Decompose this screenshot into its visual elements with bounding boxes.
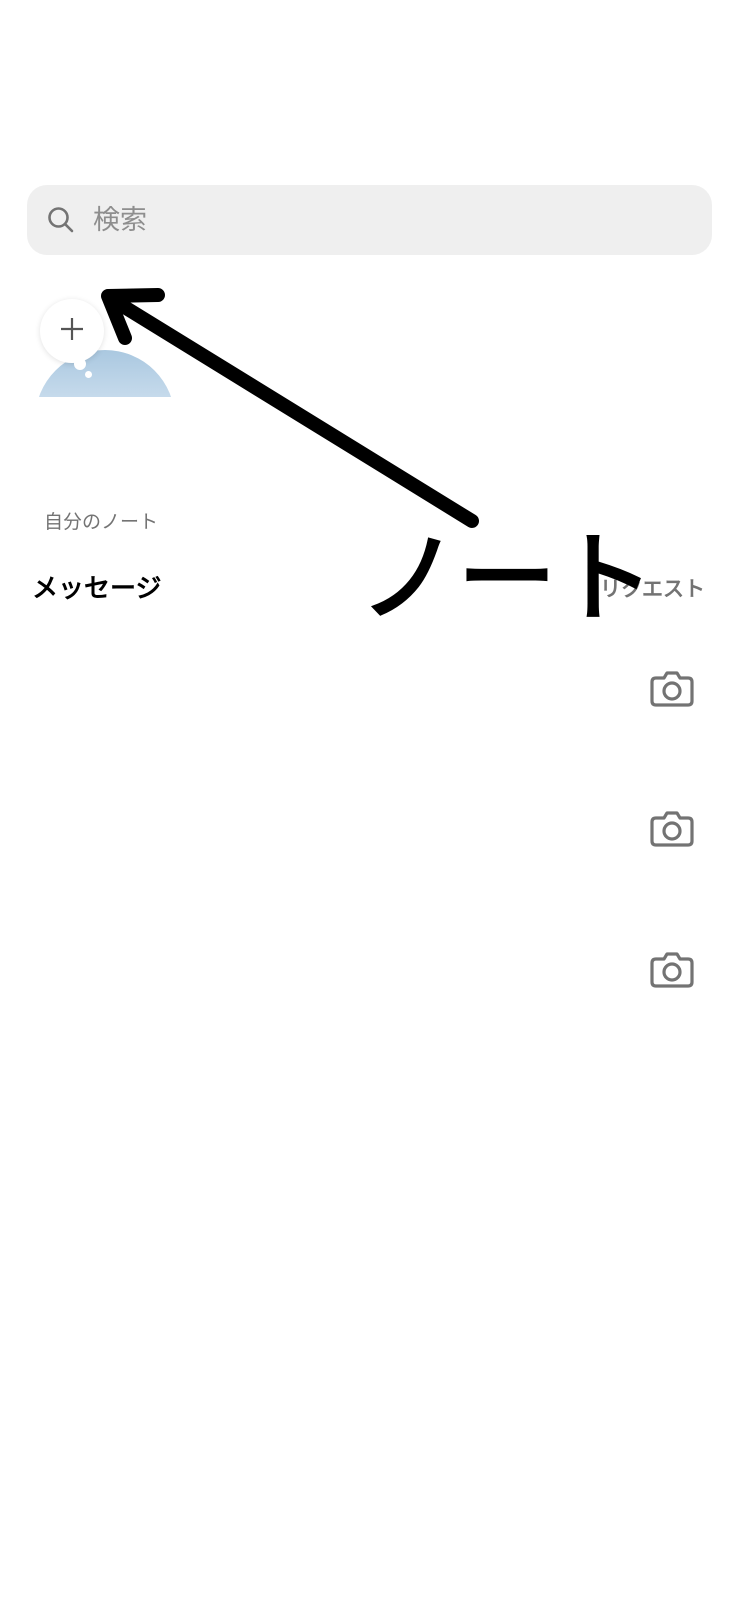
search-icon [45,204,77,236]
camera-icon[interactable] [649,805,695,851]
search-bar[interactable] [27,185,712,255]
thought-bubble-dot [74,358,86,370]
my-note[interactable]: 自分のノート [30,295,190,535]
my-note-label: 自分のノート [44,511,159,533]
empty-area [0,997,739,1600]
thought-bubble-dot [85,371,92,378]
plus-icon [59,316,85,346]
thread-row[interactable] [0,805,739,945]
search-input[interactable] [91,203,655,237]
thread-row[interactable] [0,665,739,805]
camera-icon[interactable] [649,946,695,992]
messages-title: メッセージ [32,574,162,604]
camera-icon[interactable] [649,665,695,711]
add-note-button[interactable] [40,299,104,363]
avatar-overlay [30,397,190,505]
annotation-label: ノート [360,522,655,636]
